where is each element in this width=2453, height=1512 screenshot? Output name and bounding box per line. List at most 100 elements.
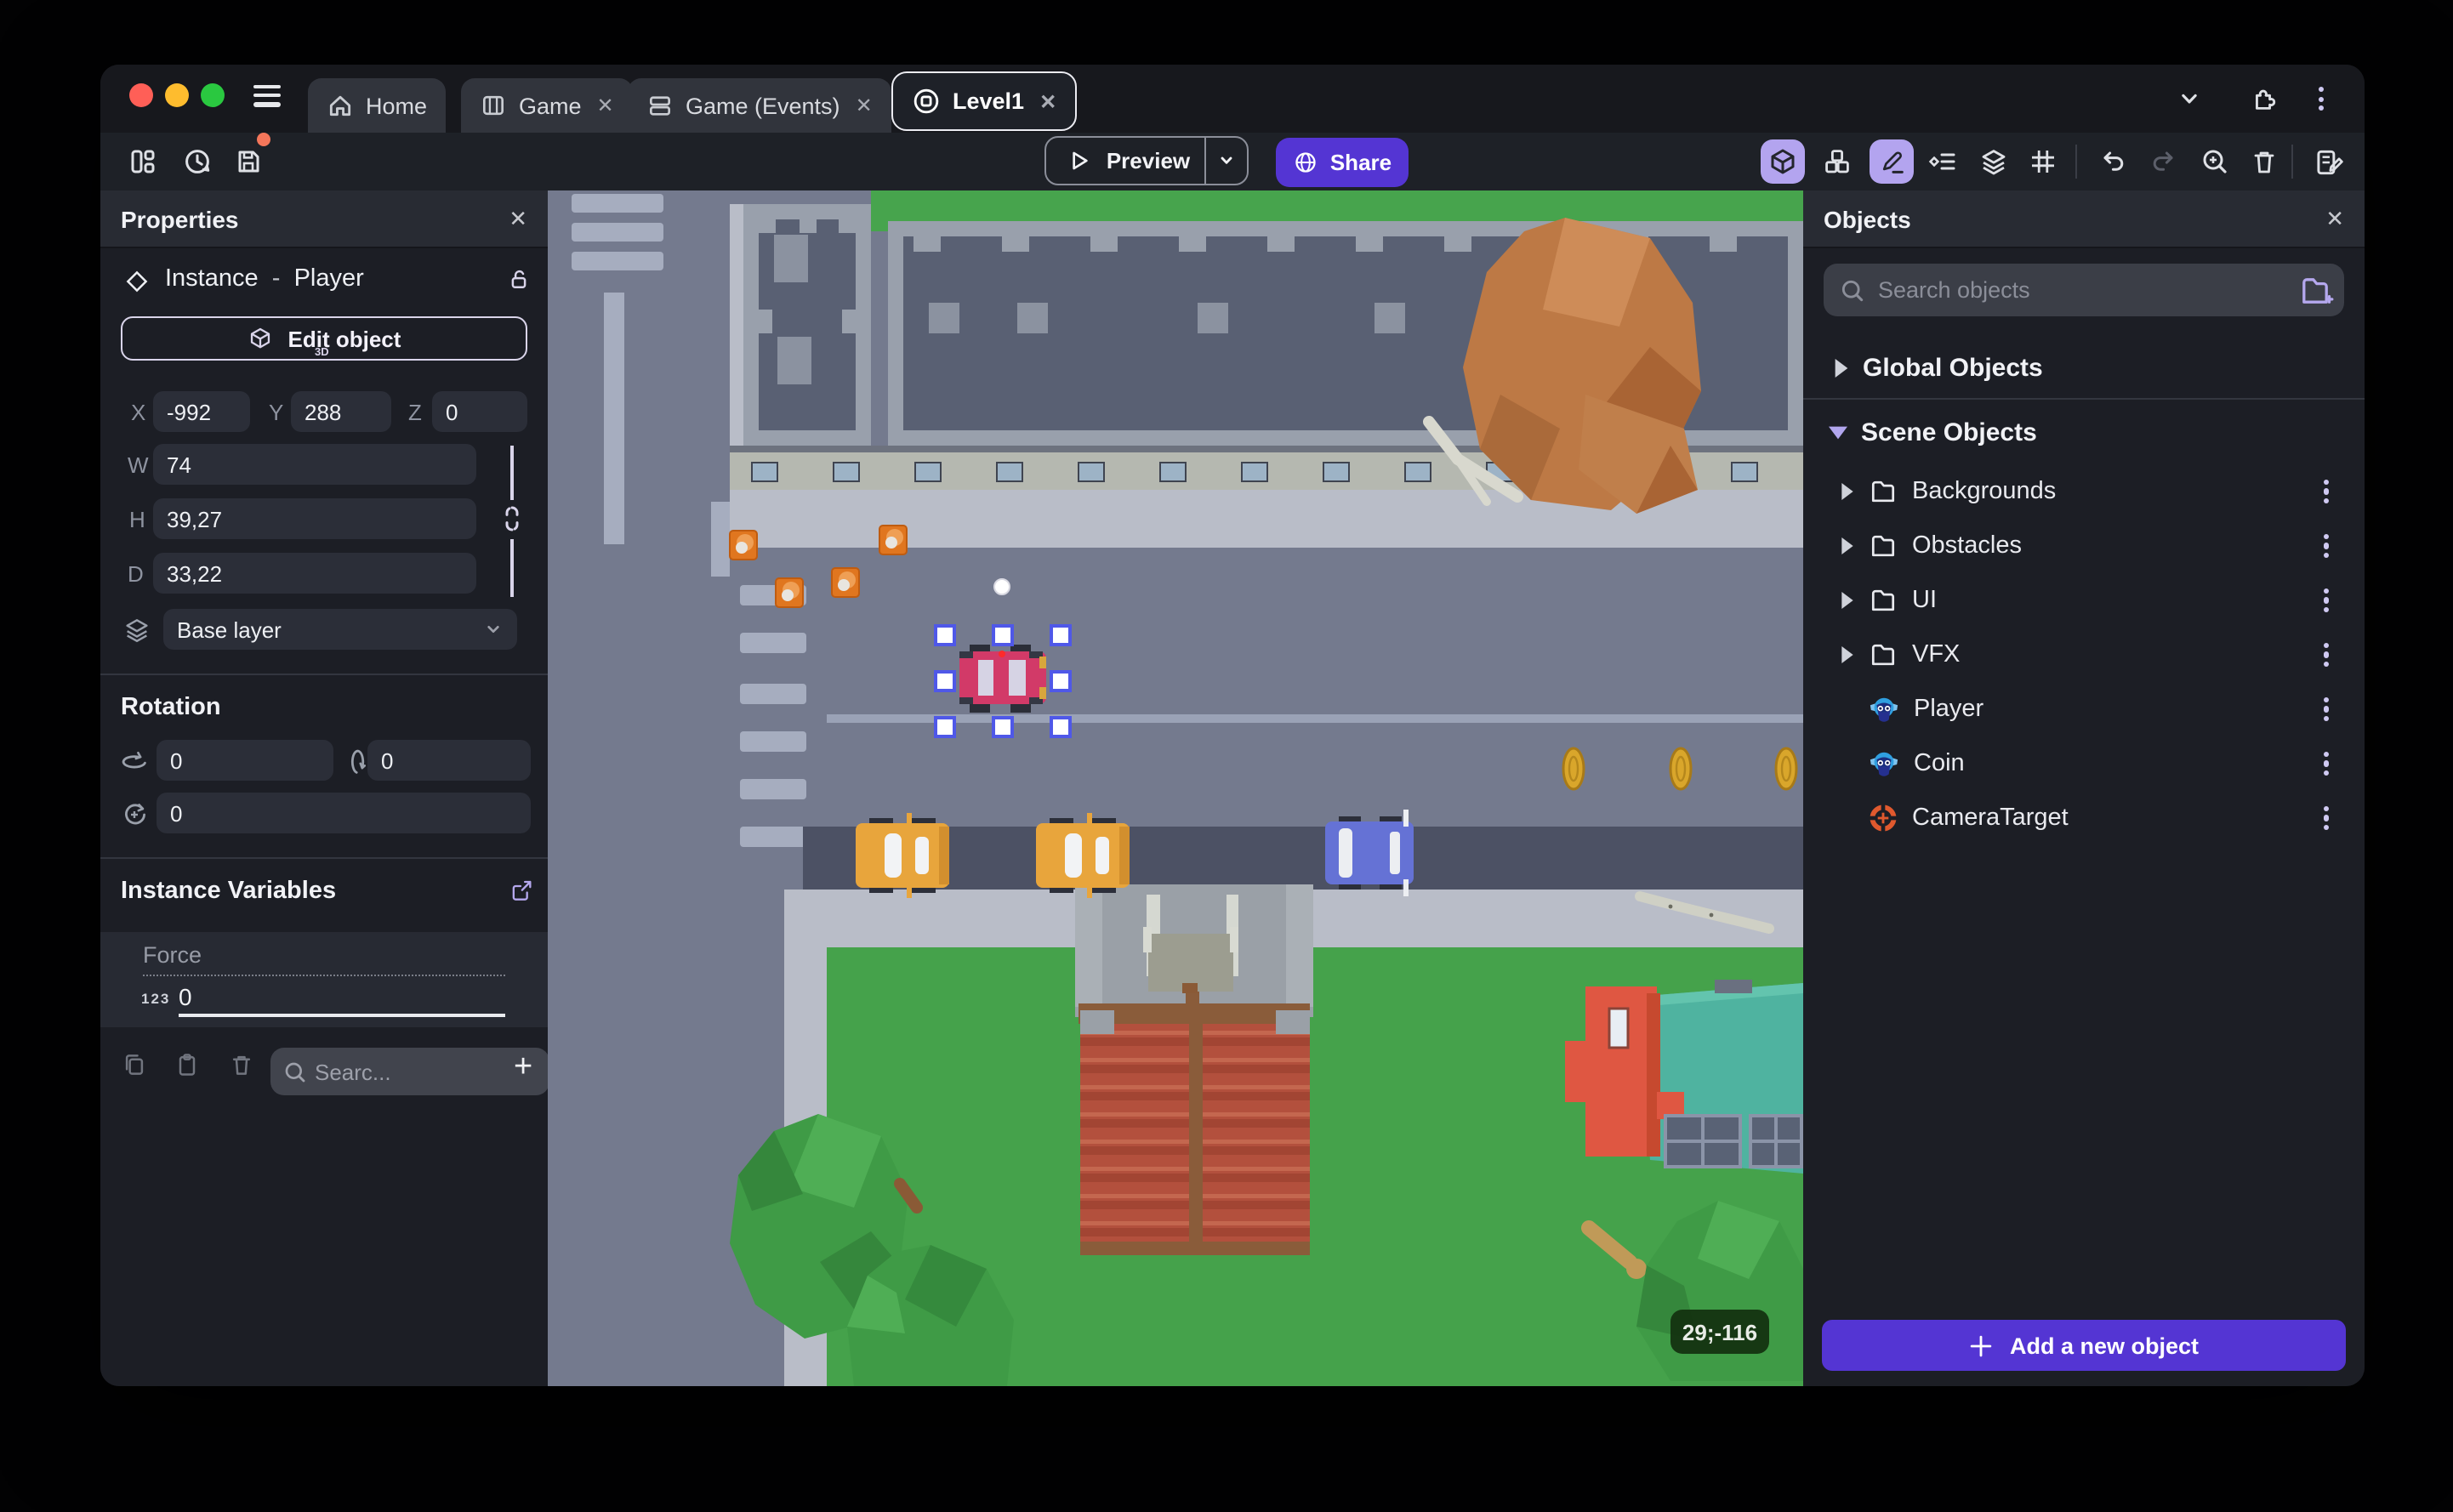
- instance-variables-title: Instance Variables: [121, 878, 337, 905]
- folder-icon: [1871, 480, 1895, 503]
- folder-row-backgrounds[interactable]: Backgrounds: [1803, 464, 2365, 519]
- tab-home[interactable]: Home: [308, 78, 447, 133]
- rotation-x-input[interactable]: [157, 740, 333, 781]
- selected-instance-player[interactable]: [959, 645, 1046, 713]
- delete-variable-icon[interactable]: [228, 1051, 255, 1078]
- row-menu-kebab-icon[interactable]: [2324, 531, 2330, 562]
- w-label: W: [128, 452, 149, 478]
- open-variables-icon[interactable]: [509, 878, 534, 903]
- chevron-down-icon[interactable]: [2167, 77, 2211, 121]
- close-objects-icon[interactable]: ✕: [2325, 205, 2344, 232]
- x-input[interactable]: [153, 391, 250, 432]
- tab-label: Home: [366, 93, 428, 118]
- variable-name[interactable]: Force: [143, 942, 202, 968]
- close-properties-icon[interactable]: ✕: [509, 205, 527, 232]
- width-input[interactable]: [153, 444, 476, 485]
- preview-options-chevron-icon[interactable]: [1206, 148, 1247, 173]
- add-variable-button[interactable]: +: [514, 1049, 532, 1087]
- z-input[interactable]: [432, 391, 527, 432]
- row-menu-kebab-icon[interactable]: [2324, 585, 2330, 617]
- add-folder-icon[interactable]: [2296, 272, 2334, 310]
- objects-panel: Objects ✕ Global Objects Scene Objects B…: [1803, 190, 2365, 1386]
- object-row-player[interactable]: Player: [1803, 682, 2365, 736]
- chevron-right-icon: [1841, 646, 1853, 663]
- share-button[interactable]: Share: [1276, 138, 1409, 187]
- row-menu-kebab-icon[interactable]: [2324, 639, 2330, 671]
- objects-blocks-icon[interactable]: [1815, 139, 1859, 184]
- obstacle-crate: [879, 525, 908, 555]
- share-label: Share: [1329, 150, 1392, 175]
- preview-button[interactable]: Preview: [1044, 136, 1249, 185]
- teal-roof-house: [1565, 980, 1803, 1174]
- zoom-window-light[interactable]: [201, 83, 225, 107]
- view-3d-toggle-active[interactable]: [1761, 139, 1805, 184]
- row-menu-kebab-icon[interactable]: [2324, 476, 2330, 508]
- object-row-cameratarget[interactable]: CameraTarget: [1803, 791, 2365, 845]
- layer-icon: [122, 616, 151, 645]
- variable-type-number-icon: 123: [141, 990, 171, 1007]
- close-tab-icon[interactable]: ✕: [1039, 89, 1056, 113]
- save-icon[interactable]: [226, 133, 270, 184]
- folder-name: VFX: [1912, 641, 1961, 668]
- edit-object-cube-icon: [251, 327, 270, 349]
- grid-icon[interactable]: [2021, 139, 2065, 184]
- rotation-y-input[interactable]: [367, 740, 531, 781]
- close-window-light[interactable]: [129, 83, 153, 107]
- rotation-z-input[interactable]: [157, 793, 531, 833]
- folder-icon: [1871, 535, 1895, 557]
- tab-game[interactable]: Game ✕: [461, 78, 633, 133]
- edit-mode-toggle-active[interactable]: [1870, 139, 1914, 184]
- coin: [1562, 747, 1585, 791]
- scene-objects-section[interactable]: Scene Objects: [1803, 405, 2365, 459]
- height-input[interactable]: [153, 498, 476, 539]
- row-menu-kebab-icon[interactable]: [2324, 803, 2330, 834]
- row-menu-kebab-icon[interactable]: [2324, 748, 2330, 780]
- selection-handle: [992, 716, 1014, 738]
- paste-variable-icon[interactable]: [174, 1051, 201, 1078]
- tab-level1[interactable]: Level1 ✕: [891, 71, 1078, 131]
- edit-object-button[interactable]: 3D Edit object: [121, 316, 527, 361]
- close-tab-icon[interactable]: ✕: [856, 94, 873, 117]
- folder-row-vfx[interactable]: VFX: [1803, 628, 2365, 682]
- add-new-object-button[interactable]: Add a new object: [1822, 1320, 2346, 1371]
- trash-icon[interactable]: [2242, 139, 2286, 184]
- toolbar-divider: [2075, 145, 2077, 179]
- rotation-handle[interactable]: [993, 578, 1010, 595]
- folder-row-ui[interactable]: UI: [1803, 573, 2365, 628]
- object-row-coin[interactable]: Coin: [1803, 736, 2365, 791]
- app-window: Home Game ✕ Game (Events) ✕ Level1 ✕ Pre…: [100, 65, 2365, 1386]
- scene-properties-icon[interactable]: [2307, 139, 2351, 184]
- layers-icon[interactable]: [1972, 139, 2016, 184]
- variable-value[interactable]: 0: [179, 983, 192, 1010]
- link-dimensions-icon[interactable]: [502, 505, 522, 532]
- unsaved-changes-dot: [257, 133, 270, 146]
- objects-search-input[interactable]: [1824, 264, 2344, 316]
- row-menu-kebab-icon[interactable]: [2324, 694, 2330, 725]
- panels-layout-icon[interactable]: [121, 139, 165, 184]
- variables-search-input[interactable]: [270, 1048, 549, 1095]
- minimize-window-light[interactable]: [165, 83, 189, 107]
- unlock-icon[interactable]: [505, 265, 532, 293]
- variable-row[interactable]: Force 123 0: [100, 932, 548, 1027]
- folder-row-obstacles[interactable]: Obstacles: [1803, 519, 2365, 573]
- global-objects-section[interactable]: Global Objects: [1803, 340, 2365, 395]
- scene-editor-canvas[interactable]: 29;-116: [548, 190, 1803, 1386]
- undo-icon[interactable]: [2091, 139, 2135, 184]
- search-icon: [1841, 280, 1864, 302]
- depth-input[interactable]: [153, 553, 476, 594]
- copy-variable-icon[interactable]: [121, 1051, 148, 1078]
- tab-game-events[interactable]: Game (Events) ✕: [628, 78, 891, 133]
- close-tab-icon[interactable]: ✕: [597, 94, 614, 117]
- rotate-y-icon: [340, 747, 371, 777]
- layer-select[interactable]: Base layer: [163, 609, 517, 650]
- park-entrance-path: [1143, 927, 1238, 993]
- extensions-puzzle-icon[interactable]: [2240, 77, 2285, 121]
- history-icon[interactable]: [175, 139, 219, 184]
- zoom-in-icon[interactable]: [2193, 139, 2237, 184]
- redo-icon-disabled[interactable]: [2142, 139, 2186, 184]
- menu-icon[interactable]: [253, 80, 281, 111]
- y-input[interactable]: [291, 391, 391, 432]
- window-menu-kebab-icon[interactable]: [2319, 83, 2325, 115]
- crosswalk-top: [572, 194, 663, 270]
- instances-list-icon[interactable]: [1921, 139, 1965, 184]
